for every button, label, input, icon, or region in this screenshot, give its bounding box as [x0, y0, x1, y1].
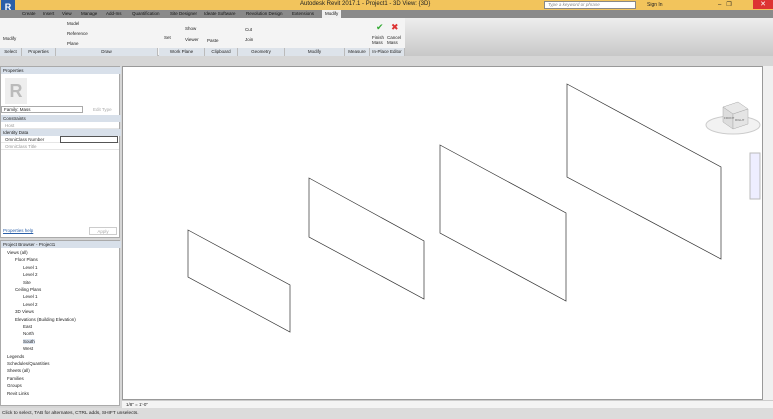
browser-item[interactable]: Level 1: [23, 294, 38, 299]
plane-2[interactable]: [308, 177, 425, 300]
plane-button[interactable]: Plane: [67, 41, 79, 46]
browser-item[interactable]: Elevations (Building Elevation): [15, 317, 76, 322]
3d-view-canvas[interactable]: FRONT RIGHT: [122, 66, 763, 400]
prop-omniclass-title: OmniClass Title: [1, 143, 119, 150]
search-input[interactable]: Type a keyword or phrase: [544, 1, 636, 9]
view-control-bar: 1/8" = 1'-0": [122, 400, 773, 408]
browser-item[interactable]: Revit Links: [7, 391, 29, 396]
panel-label-modify[interactable]: Modify: [285, 48, 345, 56]
panel-label-geometry[interactable]: Geometry: [238, 48, 285, 56]
minimize-icon[interactable]: – ❐: [718, 1, 732, 8]
browser-item[interactable]: East: [23, 324, 32, 329]
viewcube[interactable]: FRONT RIGHT: [705, 101, 761, 135]
apply-button[interactable]: Apply: [89, 227, 117, 235]
family-selector[interactable]: Family: Mass: [1, 106, 83, 113]
viewcube-right[interactable]: RIGHT: [735, 118, 745, 122]
browser-item[interactable]: Legends: [7, 354, 24, 359]
project-browser-title: Project Browser - Project1: [1, 241, 121, 248]
tab-site-designer[interactable]: Site Designer: [170, 11, 197, 16]
plane-1[interactable]: [187, 229, 291, 333]
plane-4[interactable]: [566, 83, 722, 260]
properties-help-link[interactable]: Properties help: [3, 228, 33, 233]
browser-item[interactable]: Site: [23, 280, 31, 285]
navigation-bar[interactable]: [749, 152, 761, 200]
view-scale[interactable]: 1/8" = 1'-0": [126, 402, 148, 407]
tab-insert[interactable]: Insert: [43, 11, 54, 16]
tab-view[interactable]: View: [62, 11, 72, 16]
family-type-icon: R: [5, 78, 27, 104]
show-work-plane-button[interactable]: Show: [185, 26, 196, 31]
set-work-plane-button[interactable]: Set: [164, 35, 171, 40]
omniclass-number-input[interactable]: [60, 136, 118, 143]
section-identity-data[interactable]: Identity Data: [1, 129, 121, 136]
browser-item[interactable]: Groups: [7, 383, 22, 388]
panel-label-draw[interactable]: Draw: [56, 48, 158, 56]
project-browser: Project Browser - Project1 Views (all) Fl…: [0, 240, 121, 406]
viewer-button[interactable]: Viewer: [185, 37, 199, 42]
edit-type-button[interactable]: Edit Type: [93, 107, 112, 112]
properties-palette: Properties R Family: Mass Edit Type Cons…: [0, 66, 121, 238]
cancel-mass-icon: ✖: [391, 22, 399, 32]
tab-quantification[interactable]: Quantification: [132, 11, 160, 16]
reference-line-button[interactable]: Reference: [67, 31, 88, 36]
status-bar: Click to select, TAB for alternates, CTR…: [0, 408, 773, 419]
browser-item[interactable]: Level 2: [23, 272, 38, 277]
close-icon[interactable]: ✕: [753, 0, 773, 9]
browser-item[interactable]: West: [23, 346, 33, 351]
cut-button[interactable]: Cut: [245, 27, 252, 32]
prop-host: Host: [1, 122, 119, 129]
model-line-button[interactable]: Model: [67, 21, 79, 26]
browser-item[interactable]: South: [23, 338, 35, 344]
ribbon-tabs: Create Insert View Manage Add-Ins Quantificat…: [0, 10, 773, 18]
browser-item[interactable]: Views (all): [7, 250, 28, 255]
plane-3[interactable]: [439, 144, 567, 302]
browser-item[interactable]: Level 1: [23, 265, 38, 270]
browser-item[interactable]: Sheets (all): [7, 368, 30, 373]
join-button[interactable]: Join: [245, 37, 253, 42]
modify-button[interactable]: Modify: [3, 36, 16, 41]
panel-label-in-place-editor[interactable]: In-Place Editor: [370, 48, 405, 56]
paste-button[interactable]: Paste: [207, 38, 219, 43]
properties-title: Properties: [1, 67, 121, 74]
status-text: Click to select, TAB for alternates, CTR…: [2, 411, 139, 416]
section-constraints[interactable]: Constraints: [1, 115, 121, 122]
browser-item[interactable]: Level 2: [23, 302, 38, 307]
panel-label-select[interactable]: Select: [0, 48, 22, 56]
panel-label-properties[interactable]: Properties: [22, 48, 56, 56]
tab-create[interactable]: Create: [22, 11, 36, 16]
finish-mass-icon: ✔: [376, 22, 384, 32]
tab-revolution-design[interactable]: Revolution Design: [246, 11, 283, 16]
tab-add-ins[interactable]: Add-Ins: [106, 11, 122, 16]
vertical-scrollbar[interactable]: [763, 66, 773, 400]
tab-modify[interactable]: Modify: [322, 10, 342, 18]
browser-item[interactable]: North: [23, 331, 34, 336]
planes-drawing: FRONT RIGHT: [187, 83, 761, 333]
tab-ideate-software[interactable]: Ideate Software: [204, 11, 236, 16]
panel-label-clipboard[interactable]: Clipboard: [205, 48, 238, 56]
browser-item[interactable]: Floor Plans: [15, 257, 38, 262]
tab-extensions[interactable]: Extensions: [292, 11, 314, 16]
panel-label-measure[interactable]: Measure: [345, 48, 370, 56]
viewcube-front[interactable]: FRONT: [724, 116, 734, 120]
browser-item[interactable]: Ceiling Plans: [15, 287, 41, 292]
panel-label-work-plane[interactable]: Work Plane: [159, 48, 205, 56]
tab-manage[interactable]: Manage: [81, 11, 97, 16]
browser-item[interactable]: Families: [7, 376, 24, 381]
browser-item[interactable]: Schedules/Quantities: [7, 361, 50, 366]
sign-in-button[interactable]: Sign In: [647, 2, 663, 8]
finish-mass-button[interactable]: Finish Mass: [372, 35, 386, 45]
window-title: Autodesk Revit 2017.1 - Project1 - 3D Vi…: [300, 1, 431, 7]
browser-item[interactable]: 3D Views: [15, 309, 34, 314]
cancel-mass-button[interactable]: Cancel Mass: [387, 35, 401, 45]
